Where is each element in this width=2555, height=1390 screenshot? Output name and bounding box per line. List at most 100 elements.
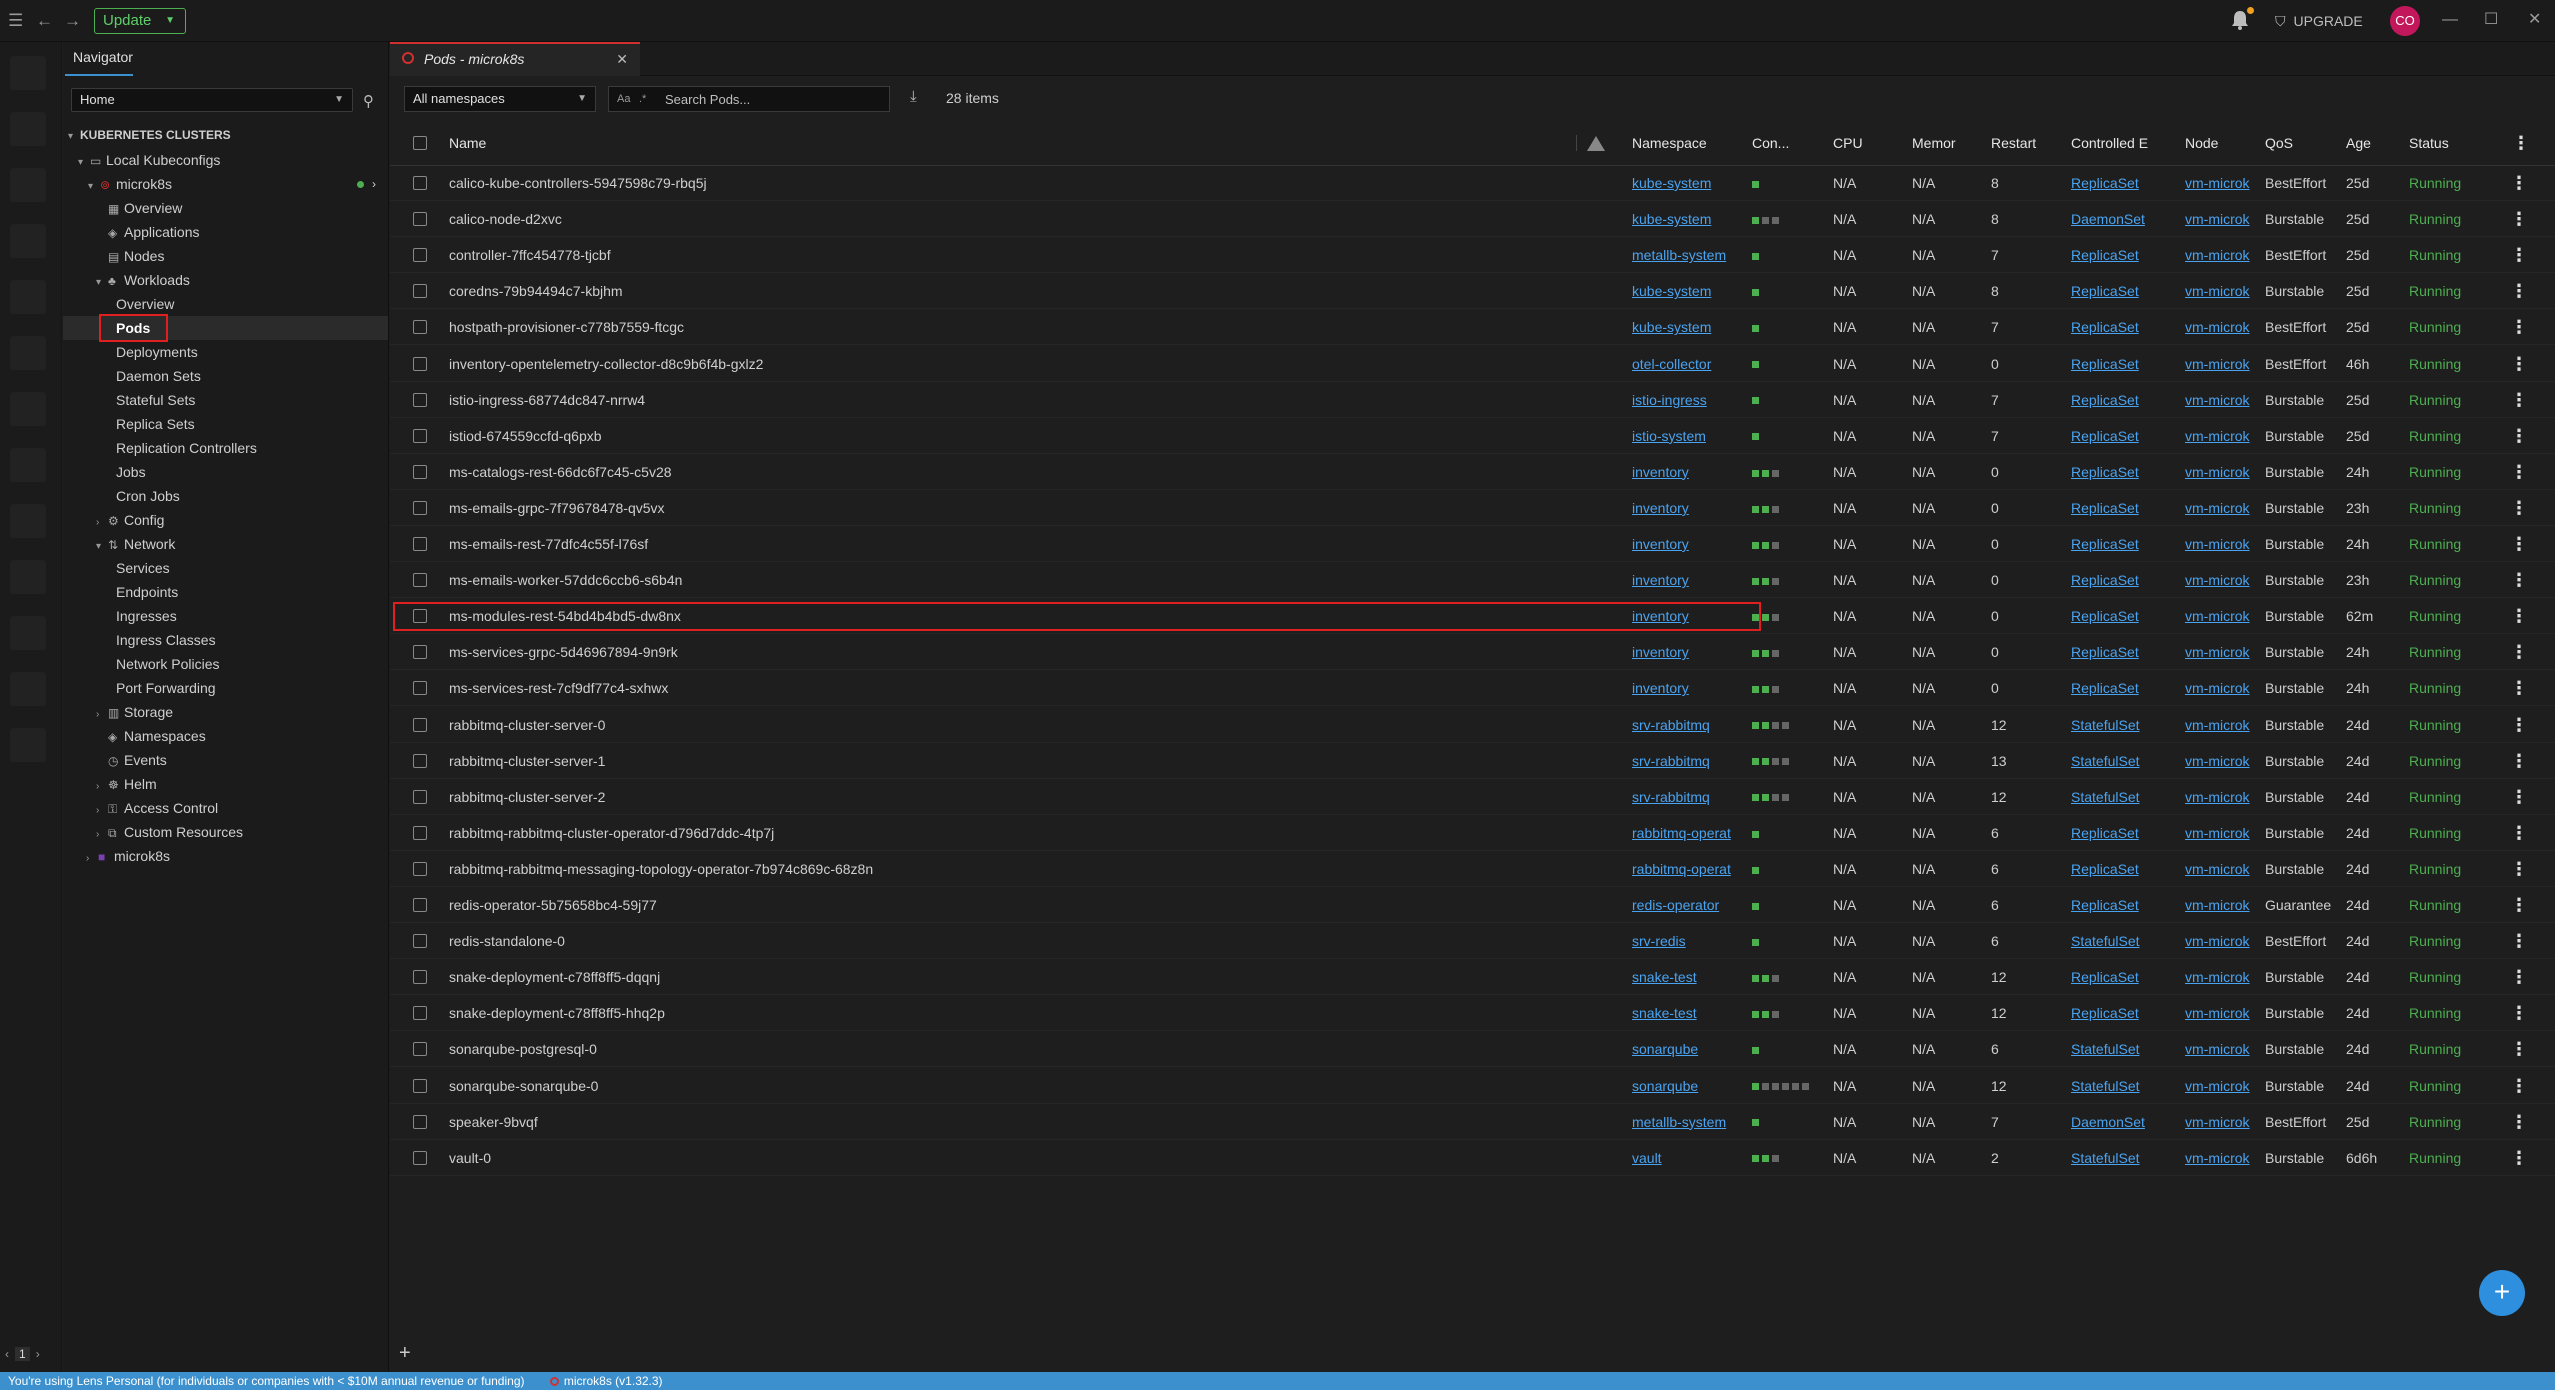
forward-arrow-icon[interactable]: →: [64, 9, 81, 33]
hotbar-slot[interactable]: [10, 504, 46, 538]
cell-namespace[interactable]: srv-rabbitmq: [1632, 707, 1740, 743]
nav-item-deployments[interactable]: Deployments: [116, 340, 198, 364]
update-button[interactable]: Update ▼: [94, 8, 186, 34]
cell-controlled-by[interactable]: ReplicaSet: [2071, 382, 2161, 418]
column-header-cpu[interactable]: CPU: [1833, 121, 1883, 165]
row-checkbox[interactable]: [413, 1042, 427, 1057]
row-checkbox[interactable]: [413, 825, 427, 840]
cell-node[interactable]: vm-microk: [2185, 165, 2255, 201]
cell-controlled-by[interactable]: ReplicaSet: [2071, 634, 2161, 670]
cell-node[interactable]: vm-microk: [2185, 598, 2255, 634]
row-checkbox[interactable]: [413, 464, 427, 479]
column-header-age[interactable]: Age: [2346, 121, 2386, 165]
minimize-icon[interactable]: —: [2442, 9, 2458, 31]
row-menu-icon[interactable]: ⋮: [2510, 562, 2526, 598]
cell-namespace[interactable]: inventory: [1632, 634, 1740, 670]
cell-namespace[interactable]: kube-system: [1632, 165, 1740, 201]
regex-icon[interactable]: .*: [639, 87, 646, 111]
row-menu-icon[interactable]: ⋮: [2510, 923, 2526, 959]
row-menu-icon[interactable]: ⋮: [2510, 851, 2526, 887]
cell-controlled-by[interactable]: ReplicaSet: [2071, 273, 2161, 309]
nav-item-events[interactable]: ◷ Events: [108, 748, 167, 772]
tab-pods[interactable]: Pods - microk8s ✕: [390, 42, 640, 76]
search-input[interactable]: [665, 89, 875, 109]
cell-namespace[interactable]: metallb-system: [1632, 1104, 1740, 1140]
row-menu-icon[interactable]: ⋮: [2510, 598, 2526, 634]
cell-namespace[interactable]: inventory: [1632, 562, 1740, 598]
table-row[interactable]: ms-catalogs-rest-66dc6f7c45-c5v28 invento…: [390, 454, 2555, 490]
row-checkbox[interactable]: [413, 1078, 427, 1093]
namespace-select[interactable]: All namespaces ▼: [404, 86, 596, 112]
cell-controlled-by[interactable]: ReplicaSet: [2071, 887, 2161, 923]
table-row[interactable]: rabbitmq-cluster-server-0 srv-rabbitmq N/A…: [390, 707, 2555, 743]
table-row[interactable]: snake-deployment-c78ff8ff5-hhq2p snake-te…: [390, 995, 2555, 1032]
row-checkbox[interactable]: [413, 284, 427, 299]
row-checkbox[interactable]: [413, 1006, 427, 1021]
hotbar-slot[interactable]: [10, 336, 46, 370]
nav-item-access-control[interactable]: › ⚿ Access Control: [96, 796, 218, 820]
cell-controlled-by[interactable]: StatefulSet: [2071, 707, 2161, 743]
column-header-memory[interactable]: Memor: [1912, 121, 1962, 165]
row-menu-icon[interactable]: ⋮: [2510, 815, 2526, 851]
row-menu-icon[interactable]: ⋮: [2510, 1104, 2526, 1140]
cell-node[interactable]: vm-microk: [2185, 1104, 2255, 1140]
nav-item-workloads-overview[interactable]: Overview: [116, 292, 174, 316]
row-checkbox[interactable]: [413, 898, 427, 912]
table-row[interactable]: rabbitmq-rabbitmq-cluster-operator-d796d…: [390, 815, 2555, 851]
back-arrow-icon[interactable]: ←: [36, 9, 53, 33]
hotbar-slot[interactable]: [10, 560, 46, 594]
cell-namespace[interactable]: rabbitmq-operat: [1632, 851, 1740, 887]
hotbar-slot[interactable]: [10, 392, 46, 426]
upgrade-button[interactable]: ⛉ UPGRADE: [2275, 10, 2363, 32]
hotbar-slot[interactable]: [10, 168, 46, 202]
row-menu-icon[interactable]: ⋮: [2510, 1031, 2526, 1067]
pager-prev-icon[interactable]: ‹: [5, 1347, 9, 1361]
row-menu-icon[interactable]: ⋮: [2510, 237, 2526, 273]
cell-controlled-by[interactable]: ReplicaSet: [2071, 454, 2161, 490]
table-row[interactable]: ms-emails-rest-77dfc4c55f-l76sf inventory…: [390, 526, 2555, 562]
table-row[interactable]: sonarqube-sonarqube-0 sonarqube N/A N/A 12 St…: [390, 1068, 2555, 1104]
download-icon[interactable]: ⤓: [910, 88, 917, 105]
column-header-containers[interactable]: Con...: [1752, 121, 1802, 165]
cell-controlled-by[interactable]: StatefulSet: [2071, 923, 2161, 959]
cell-node[interactable]: vm-microk: [2185, 273, 2255, 309]
cell-controlled-by[interactable]: ReplicaSet: [2071, 959, 2161, 995]
row-menu-icon[interactable]: ⋮: [2510, 526, 2526, 562]
row-checkbox[interactable]: [413, 176, 427, 190]
cell-controlled-by[interactable]: StatefulSet: [2071, 1068, 2161, 1104]
column-header-controlled-by[interactable]: Controlled E: [2071, 121, 2153, 165]
row-checkbox[interactable]: [413, 753, 427, 768]
row-checkbox[interactable]: [413, 248, 427, 263]
column-header-status[interactable]: Status: [2409, 121, 2469, 165]
nav-item-network-policies[interactable]: Network Policies: [116, 652, 219, 676]
cell-controlled-by[interactable]: ReplicaSet: [2071, 670, 2161, 706]
chevron-right-icon[interactable]: ›: [372, 172, 376, 196]
table-row[interactable]: rabbitmq-cluster-server-1 srv-rabbitmq N/A…: [390, 743, 2555, 779]
cell-node[interactable]: vm-microk: [2185, 418, 2255, 454]
nav-item-namespaces[interactable]: ◈ Namespaces: [108, 724, 206, 748]
row-checkbox[interactable]: [413, 212, 427, 227]
cell-node[interactable]: vm-microk: [2185, 707, 2255, 743]
cell-namespace[interactable]: snake-test: [1632, 959, 1740, 995]
row-checkbox[interactable]: [413, 1150, 427, 1165]
cell-controlled-by[interactable]: ReplicaSet: [2071, 995, 2161, 1031]
cell-controlled-by[interactable]: StatefulSet: [2071, 779, 2161, 815]
column-header-namespace[interactable]: Namespace: [1632, 121, 1732, 165]
row-checkbox[interactable]: [413, 970, 427, 985]
cell-controlled-by[interactable]: ReplicaSet: [2071, 526, 2161, 562]
table-row[interactable]: inventory-opentelemetry-collector-d8c9b6…: [390, 346, 2555, 382]
cell-node[interactable]: vm-microk: [2185, 201, 2255, 237]
nav-item-ingresses[interactable]: Ingresses: [116, 604, 177, 628]
cell-namespace[interactable]: istio-system: [1632, 418, 1740, 454]
nav-item-ingress-classes[interactable]: Ingress Classes: [116, 628, 216, 652]
row-menu-icon[interactable]: ⋮: [2510, 309, 2526, 345]
table-row[interactable]: hostpath-provisioner-c778b7559-ftcgc kube…: [390, 309, 2555, 346]
hotbar-slot[interactable]: [10, 112, 46, 146]
cell-controlled-by[interactable]: ReplicaSet: [2071, 237, 2161, 273]
cell-node[interactable]: vm-microk: [2185, 1140, 2255, 1176]
cell-controlled-by[interactable]: ReplicaSet: [2071, 815, 2161, 851]
column-header-qos[interactable]: QoS: [2265, 121, 2315, 165]
column-header-restarts[interactable]: Restart: [1991, 121, 2046, 165]
cell-namespace[interactable]: rabbitmq-operat: [1632, 815, 1740, 851]
hotbar-slot[interactable]: [10, 280, 46, 314]
